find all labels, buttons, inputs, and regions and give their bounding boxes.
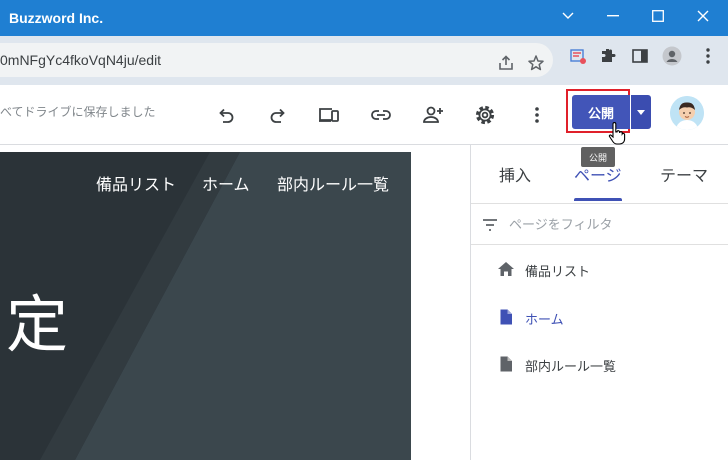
hero-section[interactable]: 備品リスト ホーム 部内ルール一覧 定 xyxy=(0,152,411,460)
more-options-icon[interactable] xyxy=(523,101,551,129)
user-avatar[interactable] xyxy=(670,96,704,130)
page-icon xyxy=(500,356,512,372)
editor-canvas: 備品リスト ホーム 部内ルール一覧 定 xyxy=(0,145,470,460)
preview-devices-icon[interactable] xyxy=(315,101,343,129)
bookmark-star-icon[interactable] xyxy=(526,53,546,73)
page-list-item-label: 部内ルール一覧 xyxy=(525,360,617,375)
page-filter xyxy=(471,204,728,245)
filter-icon xyxy=(483,219,497,231)
site-nav-item-rules[interactable]: 部内ルール一覧 xyxy=(277,171,389,195)
page-filter-input[interactable] xyxy=(509,215,709,235)
hand-cursor-icon xyxy=(608,122,626,145)
extension-icon[interactable] xyxy=(568,46,588,66)
puzzle-icon[interactable] xyxy=(598,46,618,66)
link-icon[interactable] xyxy=(367,101,395,129)
side-panel: 挿入 ページ テーマ 備品リスト ホーム 部内ルール一覧 xyxy=(470,145,728,460)
site-nav-item-equipment[interactable]: 備品リスト xyxy=(96,171,176,195)
undo-icon[interactable] xyxy=(212,101,240,129)
minimize-button[interactable] xyxy=(590,0,636,32)
window-titlebar: Buzzword Inc. xyxy=(0,0,728,36)
site-nav-item-home[interactable]: ホーム xyxy=(202,171,250,195)
dropdown-arrow-icon xyxy=(637,109,645,115)
more-vertical-icon[interactable] xyxy=(698,46,718,66)
page-list-item-active[interactable]: ホーム xyxy=(471,297,728,337)
browser-address-row: 0mNFgYc4fkoVqN4ju/edit xyxy=(0,36,728,85)
tab-themes[interactable]: テーマ xyxy=(660,162,708,186)
page-icon xyxy=(500,309,512,325)
redo-icon[interactable] xyxy=(264,101,292,129)
window-title: Buzzword Inc. xyxy=(9,10,104,26)
publish-dropdown-button[interactable] xyxy=(631,95,651,129)
chevron-down-icon[interactable] xyxy=(545,0,591,32)
save-status: べてドライブに保存しました xyxy=(0,105,156,119)
close-button[interactable] xyxy=(680,0,726,32)
page-list-item-label: 備品リスト xyxy=(525,265,591,280)
maximize-button[interactable] xyxy=(635,0,681,32)
url-text: 0mNFgYc4fkoVqN4ju/edit xyxy=(0,52,162,68)
active-tab-indicator xyxy=(574,198,622,201)
page-list-item[interactable]: 部内ルール一覧 xyxy=(471,344,728,384)
add-person-icon[interactable] xyxy=(419,101,447,129)
home-icon xyxy=(498,262,514,276)
sites-toolbar: べてドライブに保存しました 公開 xyxy=(0,85,728,145)
address-bar[interactable]: 0mNFgYc4fkoVqN4ju/edit xyxy=(0,43,553,77)
hero-title[interactable]: 定 xyxy=(6,274,68,364)
tab-insert[interactable]: 挿入 xyxy=(499,162,531,186)
profile-icon[interactable] xyxy=(662,46,682,66)
page-list-item-label: ホーム xyxy=(525,313,564,328)
publish-tooltip: 公開 xyxy=(581,147,615,167)
page-list-item[interactable]: 備品リスト xyxy=(471,249,728,289)
share-icon[interactable] xyxy=(496,53,516,73)
side-panel-icon[interactable] xyxy=(630,46,650,66)
settings-gear-icon[interactable] xyxy=(471,101,499,129)
